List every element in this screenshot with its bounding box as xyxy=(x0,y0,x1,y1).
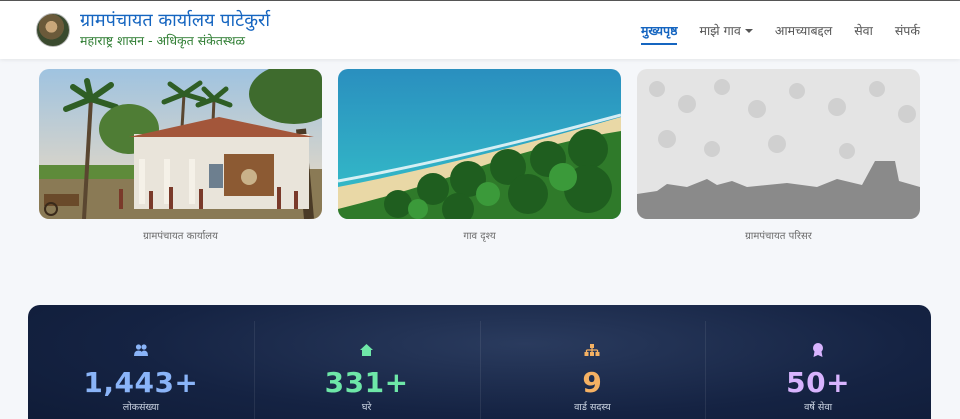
stat-label: घरे xyxy=(361,402,372,413)
hierarchy-icon xyxy=(584,344,600,356)
stat-value: 50+ xyxy=(786,366,851,399)
gallery-card-village-view[interactable]: गाव दृश्य xyxy=(338,69,621,242)
stat-value: 1,443+ xyxy=(83,366,199,399)
stat-value: 9 xyxy=(582,366,603,399)
nav-home[interactable]: मुख्यपृष्ठ xyxy=(640,1,677,60)
stat-label: लोकसंख्या xyxy=(122,402,159,413)
main-nav: मुख्यपृष्ठ माझे गाव आमच्याबद्दल सेवा संप… xyxy=(619,1,920,60)
nav-my-village-label: माझे गाव xyxy=(699,23,741,38)
nav-contact[interactable]: संपर्क xyxy=(895,1,920,60)
gallery-caption: गाव दृश्य xyxy=(463,231,496,242)
stat-ward-members: 9 वार्ड सदस्य xyxy=(479,305,706,419)
award-icon xyxy=(813,343,824,357)
nav-my-village[interactable]: माझे गाव xyxy=(699,1,753,60)
nav-about[interactable]: आमच्याबद्दल xyxy=(775,1,832,60)
stats-panel: 1,443+ लोकसंख्या 331+ घरे 9 वार्ड सदस्य xyxy=(28,305,931,419)
stat-population: 1,443+ लोकसंख्या xyxy=(28,305,254,419)
nav-services[interactable]: सेवा xyxy=(854,1,873,60)
caret-down-icon xyxy=(744,28,753,33)
beach-coconut-trees-photo xyxy=(338,69,621,219)
stat-houses: 331+ घरे xyxy=(253,305,480,419)
stat-years-service: 50+ वर्षे सेवा xyxy=(705,305,931,419)
site-title: ग्रामपंचायत कार्यालय पाटेकुर्रा xyxy=(80,10,271,31)
navbar: ग्रामपंचायत कार्यालय पाटेकुर्रा महाराष्ट… xyxy=(0,0,960,59)
crowd-silhouette-photo xyxy=(637,69,920,219)
brand[interactable]: ग्रामपंचायत कार्यालय पाटेकुर्रा महाराष्ट… xyxy=(36,10,270,50)
village-office-photo xyxy=(39,69,322,219)
brand-text: ग्रामपंचायत कार्यालय पाटेकुर्रा महाराष्ट… xyxy=(80,10,270,50)
stat-label: वर्षे सेवा xyxy=(804,402,833,413)
gallery-card-office[interactable]: ग्रामपंचायत कार्यालय xyxy=(39,69,322,242)
site-subtitle: महाराष्ट्र शासन - अधिकृत संकेतस्थळ xyxy=(80,33,246,48)
village-logo xyxy=(36,13,70,47)
house-icon xyxy=(360,344,374,356)
people-icon xyxy=(133,344,148,356)
stat-label: वार्ड सदस्य xyxy=(574,402,611,413)
gallery-card-premises[interactable]: ग्रामपंचायत परिसर xyxy=(637,69,920,242)
gallery-caption: ग्रामपंचायत कार्यालय xyxy=(143,231,218,242)
gallery-caption: ग्रामपंचायत परिसर xyxy=(745,231,812,242)
stat-value: 331+ xyxy=(324,366,409,399)
